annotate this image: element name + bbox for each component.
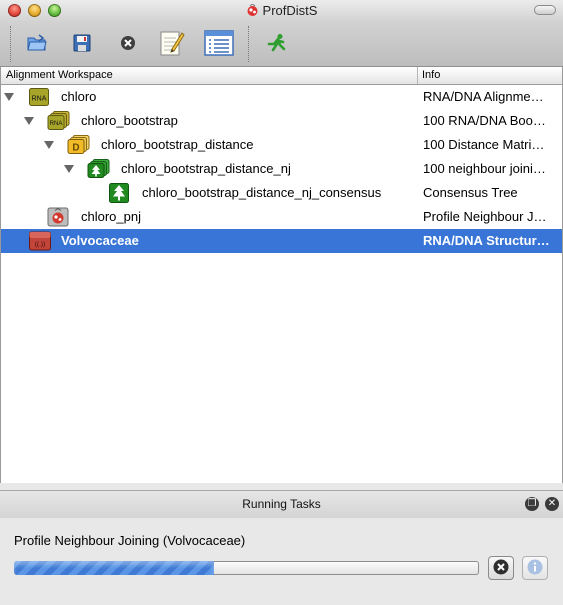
tree-row-info: RNA/DNA Structur… xyxy=(423,233,550,248)
detach-icon: ❐ xyxy=(527,498,537,509)
column-header-info[interactable]: Info xyxy=(422,69,440,81)
tree-row-chloro[interactable]: RNA chloro RNA/DNA Alignme… xyxy=(1,85,562,109)
close-icon: ✕ xyxy=(547,498,557,509)
run-button[interactable] xyxy=(261,28,293,60)
tree-row-info: 100 Distance Matri… xyxy=(423,137,545,152)
task-progress-fill xyxy=(14,561,214,575)
rna-icon-text: RNA xyxy=(50,121,63,127)
rna-icon-text: RNA xyxy=(32,96,47,103)
running-tasks-title: Running Tasks xyxy=(242,497,321,511)
consensus-tree-icon xyxy=(109,183,129,203)
list-view-icon xyxy=(204,29,234,59)
title-bar: ProfDistS xyxy=(0,0,563,22)
tree-row-info: 100 RNA/DNA Boo… xyxy=(423,113,546,128)
distance-matrix-stack-icon: D xyxy=(67,135,91,155)
list-view-button[interactable] xyxy=(203,28,235,60)
stop-icon xyxy=(493,559,509,578)
run-icon xyxy=(267,33,287,56)
disclosure-triangle[interactable] xyxy=(44,141,54,149)
edit-button[interactable] xyxy=(156,28,188,60)
toolbar-toggle-button[interactable] xyxy=(534,5,556,15)
structure-icon-text: ((.)) xyxy=(35,241,45,248)
main-window: ProfDistS Alignment Workspace Info RNA c… xyxy=(0,0,563,605)
disclosure-triangle[interactable] xyxy=(4,93,14,101)
running-tasks-panel: Profile Neighbour Joining (Volvocaceae) xyxy=(0,518,563,605)
save-disk-icon xyxy=(73,34,91,55)
rna-alignment-icon: RNA xyxy=(29,87,49,107)
workspace-tree-table[interactable]: Alignment Workspace Info RNA chloro RNA/… xyxy=(0,67,563,483)
tree-row-info: 100 neighbour joini… xyxy=(423,161,546,176)
remove-icon xyxy=(120,35,136,54)
tree-row-label: chloro_bootstrap_distance_nj_consensus xyxy=(142,185,382,200)
tree-row-info: Profile Neighbour J… xyxy=(423,209,547,224)
task-progress-bar xyxy=(14,561,479,575)
task-info-button[interactable] xyxy=(522,556,548,580)
open-button[interactable] xyxy=(21,28,53,60)
tree-row-volvocaceae[interactable]: ((.)) Volvocaceae RNA/DNA Structur… xyxy=(1,229,562,253)
app-icon xyxy=(246,3,259,20)
column-divider[interactable] xyxy=(417,67,418,84)
open-folder-icon xyxy=(27,33,47,55)
table-header: Alignment Workspace Info xyxy=(1,67,562,85)
tree-stack-icon xyxy=(87,159,111,179)
tree-row-chloro-bootstrap[interactable]: RNA chloro_bootstrap 100 RNA/DNA Boo… xyxy=(1,109,562,133)
edit-notepad-icon xyxy=(159,29,185,60)
save-button[interactable] xyxy=(66,28,98,60)
toolbar-separator xyxy=(248,26,249,62)
tree-row-label: chloro_bootstrap xyxy=(81,113,178,128)
disclosure-triangle[interactable] xyxy=(24,117,34,125)
close-panel-button[interactable]: ✕ xyxy=(545,497,559,511)
remove-button[interactable] xyxy=(112,28,144,60)
tree-row-chloro-bootstrap-distance-nj[interactable]: chloro_bootstrap_distance_nj 100 neighbo… xyxy=(1,157,562,181)
column-header-workspace[interactable]: Alignment Workspace xyxy=(6,69,113,81)
tree-row-label: chloro xyxy=(61,89,97,104)
tree-row-info: Consensus Tree xyxy=(423,185,518,200)
tree-row-label: Volvocaceae xyxy=(61,233,139,248)
distance-icon-text: D xyxy=(72,143,79,154)
window-title: ProfDistS xyxy=(0,3,563,20)
toolbar xyxy=(0,22,563,67)
info-icon xyxy=(527,559,543,578)
tree-row-label: chloro_bootstrap_distance xyxy=(101,137,254,152)
rna-structure-icon: ((.)) xyxy=(29,231,53,251)
stop-task-button[interactable] xyxy=(488,556,514,580)
detach-panel-button[interactable]: ❐ xyxy=(525,497,539,511)
running-tasks-header: Running Tasks ❐ ✕ xyxy=(0,490,563,519)
tree-row-chloro-pnj[interactable]: chloro_pnj Profile Neighbour J… xyxy=(1,205,562,229)
rna-bootstrap-stack-icon: RNA xyxy=(47,111,71,131)
tree-row-info: RNA/DNA Alignme… xyxy=(423,89,544,104)
profile-nj-icon xyxy=(47,207,71,227)
disclosure-triangle[interactable] xyxy=(64,165,74,173)
tree-row-chloro-bootstrap-distance-nj-consensus[interactable]: chloro_bootstrap_distance_nj_consensus C… xyxy=(1,181,562,205)
window-title-text: ProfDistS xyxy=(262,3,318,18)
tree-row-chloro-bootstrap-distance[interactable]: D chloro_bootstrap_distance 100 Distance… xyxy=(1,133,562,157)
task-name: Profile Neighbour Joining (Volvocaceae) xyxy=(14,533,246,548)
tree-row-label: chloro_pnj xyxy=(81,209,141,224)
tree-row-label: chloro_bootstrap_distance_nj xyxy=(121,161,291,176)
toolbar-separator xyxy=(10,26,11,62)
